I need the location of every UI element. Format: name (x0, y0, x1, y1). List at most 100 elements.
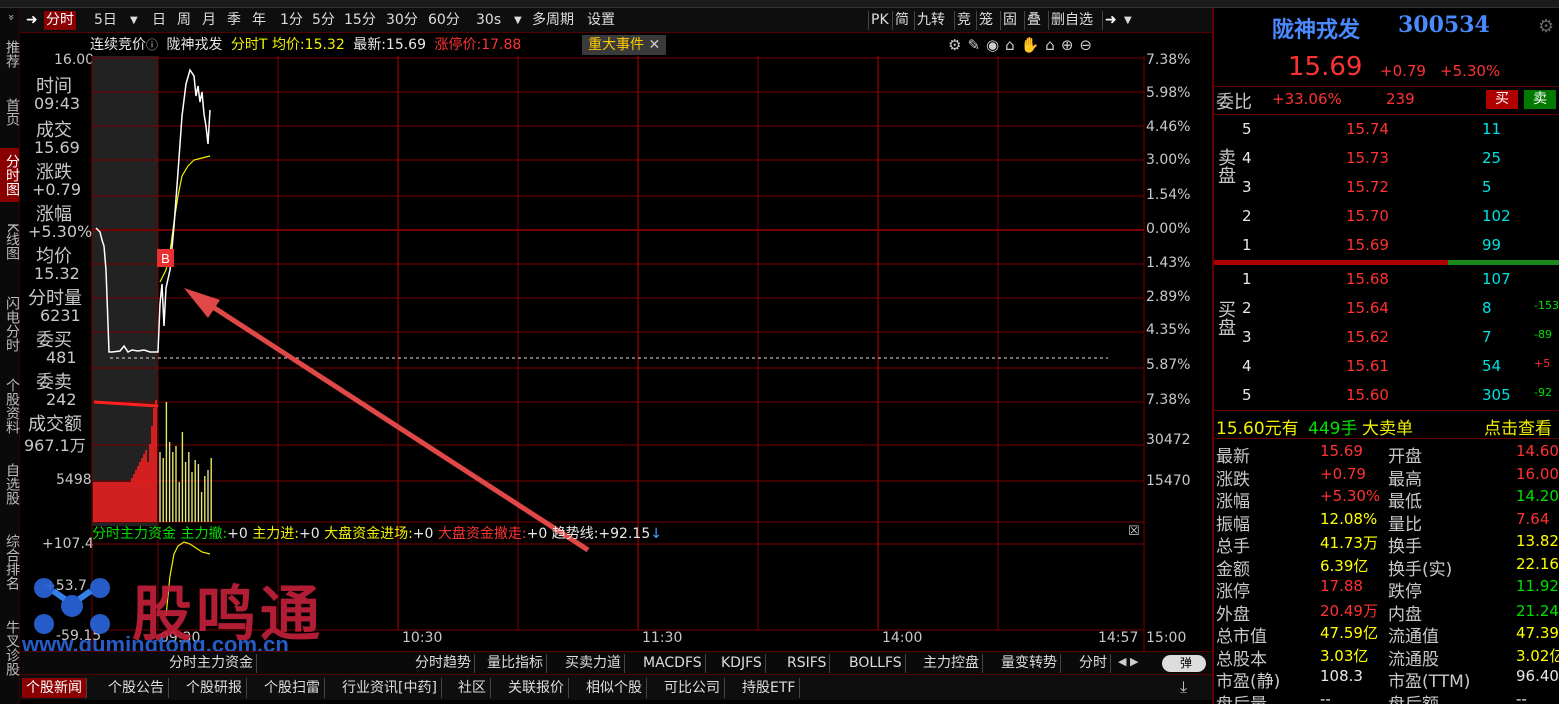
collapse-icon[interactable]: ➜ (24, 11, 40, 30)
bid-side-label: 买盘 (1215, 300, 1236, 336)
btab-more[interactable]: 分时 (1076, 654, 1111, 673)
tab-year[interactable]: 年 (250, 11, 268, 30)
nav-diagnose[interactable]: 牛叉诊股 (0, 612, 20, 684)
chart-tool-icons[interactable]: ⚙✎◉⌂✋⌂⊕⊖ (948, 34, 1098, 56)
btab-control[interactable]: 主力控盘 (920, 654, 983, 673)
tool-overlay[interactable]: 叠 (1024, 11, 1043, 30)
book-price: 15.60 (1346, 386, 1389, 404)
tab-month[interactable]: 月 (200, 11, 218, 30)
tab-timeshare[interactable]: 分时 (44, 11, 76, 30)
close-indicator-icon[interactable]: ☒ (1128, 524, 1140, 539)
nav-timeshare[interactable]: 分时图 (0, 148, 20, 202)
ntab-comparable[interactable]: 可比公司 (660, 678, 725, 698)
expand-right-icon[interactable]: ➜ (1102, 11, 1119, 30)
popup-toggle[interactable]: 弹 (1162, 655, 1206, 672)
close-icon[interactable]: ✕ (648, 37, 660, 53)
tab-multiperiod[interactable]: 多周期 (530, 11, 576, 30)
ntab-community[interactable]: 社区 (454, 678, 491, 698)
tool-remove-watch[interactable]: 删自选 (1048, 11, 1095, 30)
quote-label: 总市值 (1216, 627, 1267, 647)
quote-value: 17.88 (1320, 577, 1363, 595)
tab-1min[interactable]: 1分 (278, 11, 305, 30)
quote-label: 最高 (1388, 469, 1422, 490)
ind-a-label: 主力撤: (180, 526, 228, 542)
btab-volchange[interactable]: 量变转势 (998, 654, 1061, 673)
nav-watchlist[interactable]: 自选股 (0, 458, 20, 510)
tool-fix[interactable]: 固 (1000, 11, 1019, 30)
trading-app: » 推荐 首页 分时图 K线图 闪电分时 个股资料 自选股 综合排名 牛叉诊股 … (0, 0, 1559, 704)
period-tabbar: ➜ 分时 5日 ▼ 日 周 月 季 年 1分 5分 15分 30分 60分 30… (20, 8, 1212, 33)
info-icon[interactable]: ⓘ (146, 38, 158, 52)
axis-pct: 2.89% (1146, 289, 1191, 305)
btab-boll[interactable]: BOLLFS (846, 654, 906, 673)
tool-jiuzhuan[interactable]: 九转 (914, 11, 947, 30)
dropdown-icon[interactable]: ▼ (512, 11, 524, 30)
ntab-notice[interactable]: 个股公告 (104, 678, 169, 698)
ntab-news[interactable]: 个股新闻 (22, 678, 87, 698)
buy-button[interactable]: 买 (1486, 90, 1518, 109)
nav-recommend[interactable]: 推荐 (0, 36, 20, 72)
nav-flash[interactable]: 闪电分时 (0, 288, 20, 360)
ntab-risk[interactable]: 个股扫雷 (260, 678, 325, 698)
tab-30min[interactable]: 30分 (384, 11, 420, 30)
arrow-down-icon: ↓ (650, 526, 662, 542)
indicator-name[interactable]: 分时主力资金 (92, 526, 176, 542)
ntab-similar[interactable]: 相似个股 (582, 678, 647, 698)
nav-profile[interactable]: 个股资料 (0, 370, 20, 442)
timeshare-chart[interactable]: B (20, 56, 1212, 651)
ind-c-value: +0 (412, 526, 434, 542)
download-icon[interactable]: ⤓ (1180, 677, 1187, 697)
nav-rank[interactable]: 综合排名 (0, 526, 20, 598)
quote-value: 47.59亿 (1320, 624, 1378, 642)
event-tab[interactable]: 重大事件 ✕ (582, 35, 667, 55)
ntab-etf[interactable]: 持股ETF (738, 678, 801, 698)
book-volume: 25 (1482, 149, 1502, 167)
btab-fund[interactable]: 分时主力资金 (166, 654, 257, 673)
tab-day[interactable]: 日 (150, 11, 168, 30)
tab-settings[interactable]: 设置 (585, 11, 617, 30)
quote-label: 量比 (1388, 514, 1422, 535)
tab-5min[interactable]: 5分 (310, 11, 337, 30)
tab-15min[interactable]: 15分 (342, 11, 378, 30)
nav-home[interactable]: 首页 (0, 94, 20, 130)
ntab-industry[interactable]: 行业资讯[中药] (338, 678, 442, 698)
tab-30s[interactable]: 30s (474, 11, 503, 30)
tab-season[interactable]: 季 (225, 11, 243, 30)
btab-volratio[interactable]: 量比指标 (484, 654, 547, 673)
quote-value: 108.3 (1320, 667, 1363, 685)
sell-button[interactable]: 卖 (1524, 90, 1556, 109)
quote-value: 14.20 (1516, 487, 1559, 505)
expand-icon[interactable]: » (0, 12, 19, 22)
dropdown-icon[interactable]: ▼ (1122, 11, 1134, 30)
gear-icon[interactable]: ⚙ (1538, 16, 1554, 37)
book-volume: 54 (1482, 357, 1502, 375)
tab-5day[interactable]: 5日 (92, 11, 119, 30)
btab-trend[interactable]: 分时趋势 (412, 654, 475, 673)
quote-value: 16.00 (1516, 464, 1559, 483)
tool-auction[interactable]: 竞 (954, 11, 973, 30)
dropdown-icon[interactable]: ▼ (128, 11, 140, 30)
quote-label: 外盘 (1216, 604, 1250, 625)
ntab-report[interactable]: 个股研报 (182, 678, 247, 698)
ind-b-value: +0 (298, 526, 320, 542)
tool-simple[interactable]: 简 (892, 11, 911, 30)
quote-label: 市盈(静) (1216, 672, 1281, 692)
quote-value: 20.49万 (1320, 601, 1378, 620)
btab-macd[interactable]: MACDFS (640, 654, 706, 673)
quote-label: 盘后量 (1216, 690, 1267, 704)
bigorder-link[interactable]: 点击查看 (1484, 414, 1552, 439)
scroll-left-icon[interactable]: ◀ ▶ (1118, 655, 1138, 668)
nav-kline[interactable]: K线图 (0, 216, 20, 268)
tool-pk[interactable]: PK (868, 11, 891, 30)
tab-week[interactable]: 周 (175, 11, 193, 30)
btab-kdj[interactable]: KDJFS (718, 654, 766, 673)
ntab-related[interactable]: 关联报价 (504, 678, 569, 698)
quote-label: 最新 (1216, 447, 1250, 467)
annotation-arrow (194, 293, 590, 553)
tab-60min[interactable]: 60分 (426, 11, 462, 30)
axis-pct: 5.98% (1146, 85, 1191, 101)
btab-force[interactable]: 买卖力道 (562, 654, 625, 673)
bigorder-text: 大卖单 (1362, 419, 1413, 439)
btab-rsi[interactable]: RSIFS (784, 654, 831, 673)
tool-cage[interactable]: 笼 (976, 11, 995, 30)
